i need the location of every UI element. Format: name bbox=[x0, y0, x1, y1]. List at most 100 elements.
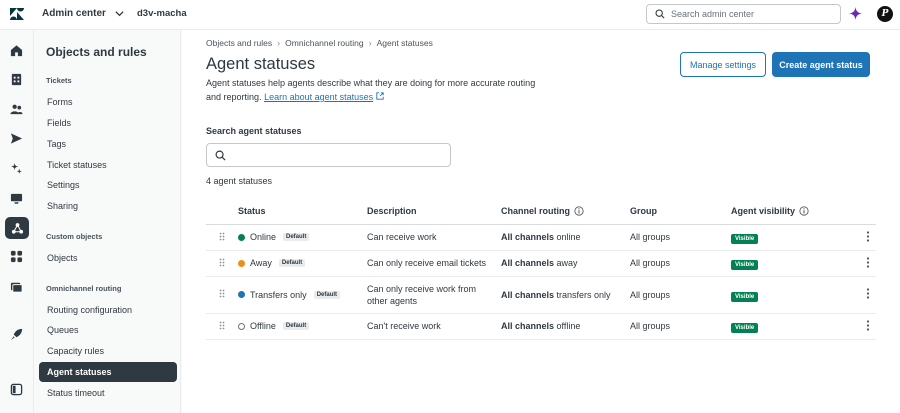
status-name: Away bbox=[250, 258, 272, 268]
row-actions-cell bbox=[866, 313, 876, 340]
table-row[interactable]: Transfers only Default Can only receive wo… bbox=[206, 276, 876, 314]
routing-channels: All channels bbox=[501, 232, 555, 242]
billing-icon[interactable] bbox=[9, 279, 24, 294]
product-name: Admin center bbox=[42, 8, 106, 19]
default-badge: Default bbox=[278, 259, 306, 267]
drag-handle-icon[interactable] bbox=[206, 250, 238, 277]
manage-settings-button[interactable]: Manage settings bbox=[680, 52, 766, 77]
table-row[interactable]: Away Default Can only receive email ticket… bbox=[206, 250, 876, 277]
header-description[interactable]: Description bbox=[367, 199, 501, 225]
info-icon[interactable] bbox=[799, 206, 809, 216]
status-dot-icon bbox=[238, 322, 245, 330]
visibility-cell: Visible bbox=[731, 224, 866, 251]
nav-item-ticket-statuses[interactable]: Ticket statuses bbox=[39, 155, 177, 175]
account-icon[interactable] bbox=[9, 72, 24, 87]
nav-section-tickets: Tickets bbox=[46, 76, 72, 85]
row-actions-cell bbox=[866, 250, 876, 277]
rocket-icon[interactable] bbox=[9, 327, 24, 342]
main-content: Objects and rules › Omnichannel routing … bbox=[182, 30, 900, 413]
visible-badge: Visible bbox=[731, 260, 759, 270]
apps-integrations-icon[interactable] bbox=[9, 249, 24, 264]
external-link-icon bbox=[376, 92, 384, 100]
collapse-panel-icon[interactable] bbox=[9, 382, 24, 397]
info-icon[interactable] bbox=[574, 206, 584, 216]
drag-handle-icon[interactable] bbox=[206, 313, 238, 340]
breadcrumb: Objects and rules › Omnichannel routing … bbox=[206, 38, 433, 48]
avatar[interactable]: P bbox=[877, 6, 893, 22]
breadcrumb-omnichannel-routing[interactable]: Omnichannel routing bbox=[285, 38, 363, 48]
nav-item-agent-statuses[interactable]: Agent statuses bbox=[39, 362, 177, 382]
search-label: Search agent statuses bbox=[206, 126, 302, 136]
breadcrumb-objects-and-rules[interactable]: Objects and rules bbox=[206, 38, 272, 48]
channel-routing-cell: All channels offline bbox=[501, 313, 630, 340]
status-count: 4 agent statuses bbox=[206, 176, 273, 186]
more-options-icon[interactable] bbox=[866, 256, 870, 268]
nav-item-tags[interactable]: Tags bbox=[39, 134, 177, 154]
learn-more-link[interactable]: Learn about agent statuses bbox=[264, 92, 373, 102]
workspaces-icon[interactable] bbox=[9, 161, 24, 176]
status-name: Offline bbox=[250, 321, 276, 331]
channels-icon[interactable] bbox=[9, 131, 24, 146]
more-options-icon[interactable] bbox=[866, 230, 870, 242]
status-name: Online bbox=[250, 232, 277, 242]
learn-more-label: Learn about agent statuses bbox=[264, 92, 374, 102]
more-options-icon[interactable] bbox=[866, 319, 870, 331]
zendesk-logo-icon[interactable] bbox=[10, 7, 24, 21]
nav-item-status-timeout[interactable]: Status timeout bbox=[39, 383, 177, 403]
nav-title: Objects and rules bbox=[46, 45, 147, 59]
drag-handle-icon[interactable] bbox=[206, 224, 238, 251]
description-cell: Can only receive work from other agents bbox=[367, 276, 501, 314]
status-cell: Offline Default bbox=[238, 313, 367, 340]
nav-item-settings[interactable]: Settings bbox=[39, 175, 177, 195]
default-badge: Default bbox=[283, 233, 310, 241]
nav-item-queues[interactable]: Queues bbox=[39, 320, 177, 340]
objects-rules-icon[interactable] bbox=[5, 217, 29, 239]
more-options-icon[interactable] bbox=[866, 288, 870, 299]
nav-item-capacity-rules[interactable]: Capacity rules bbox=[39, 341, 177, 361]
nav-item-fields[interactable]: Fields bbox=[39, 113, 177, 133]
table-row[interactable]: Offline Default Can't receive work All chan… bbox=[206, 313, 876, 340]
agent-statuses-table: Status Description Channel routing Group… bbox=[206, 199, 876, 340]
header-actions bbox=[866, 199, 876, 225]
status-name: Transfers only bbox=[250, 289, 307, 300]
page-title: Agent statuses bbox=[206, 55, 316, 73]
nav-item-forms[interactable]: Forms bbox=[39, 92, 177, 112]
status-dot-icon bbox=[238, 233, 245, 241]
group-cell: All groups bbox=[630, 313, 731, 340]
desktop-icon[interactable] bbox=[9, 191, 24, 206]
header-channel-routing-label: Channel routing bbox=[501, 206, 570, 217]
create-agent-status-button[interactable]: Create agent status bbox=[772, 52, 870, 77]
chevron-down-icon bbox=[115, 11, 124, 17]
table-header-row: Status Description Channel routing Group… bbox=[206, 199, 876, 225]
channel-routing-cell: All channels away bbox=[501, 250, 630, 277]
header-status[interactable]: Status bbox=[238, 199, 367, 225]
group-cell: All groups bbox=[630, 224, 731, 251]
home-icon[interactable] bbox=[9, 43, 24, 58]
routing-status: away bbox=[556, 258, 578, 268]
header-agent-visibility[interactable]: Agent visibility bbox=[731, 199, 866, 225]
product-switcher[interactable]: Admin center bbox=[42, 8, 125, 19]
table-row[interactable]: Online Default Can receive work All channel… bbox=[206, 224, 876, 251]
header-channel-routing[interactable]: Channel routing bbox=[501, 199, 630, 225]
drag-handle-icon[interactable] bbox=[206, 276, 238, 314]
row-actions-cell bbox=[866, 276, 876, 314]
page-description: Agent statuses help agents describe what… bbox=[206, 76, 551, 104]
people-icon[interactable] bbox=[9, 102, 24, 117]
status-cell: Away Default bbox=[238, 250, 367, 277]
group-cell: All groups bbox=[630, 276, 731, 314]
search-statuses-input[interactable] bbox=[206, 143, 451, 167]
nav-item-objects[interactable]: Objects bbox=[39, 248, 177, 268]
visible-badge: Visible bbox=[731, 323, 759, 333]
admin-search-input[interactable]: Search admin center bbox=[646, 4, 841, 24]
routing-status: online bbox=[556, 232, 581, 242]
visible-badge: Visible bbox=[731, 234, 759, 244]
description-cell: Can receive work bbox=[367, 224, 501, 251]
ai-sparkle-icon[interactable] bbox=[849, 7, 862, 20]
header-group[interactable]: Group bbox=[630, 199, 731, 225]
nav-item-sharing[interactable]: Sharing bbox=[39, 196, 177, 216]
status-cell: Transfers only Default bbox=[238, 276, 367, 314]
nav-item-routing-configuration[interactable]: Routing configuration bbox=[39, 300, 177, 320]
default-badge: Default bbox=[282, 322, 310, 330]
status-dot-icon bbox=[238, 291, 245, 298]
secondary-nav: Objects and rules Tickets Forms Fields T… bbox=[34, 30, 181, 413]
